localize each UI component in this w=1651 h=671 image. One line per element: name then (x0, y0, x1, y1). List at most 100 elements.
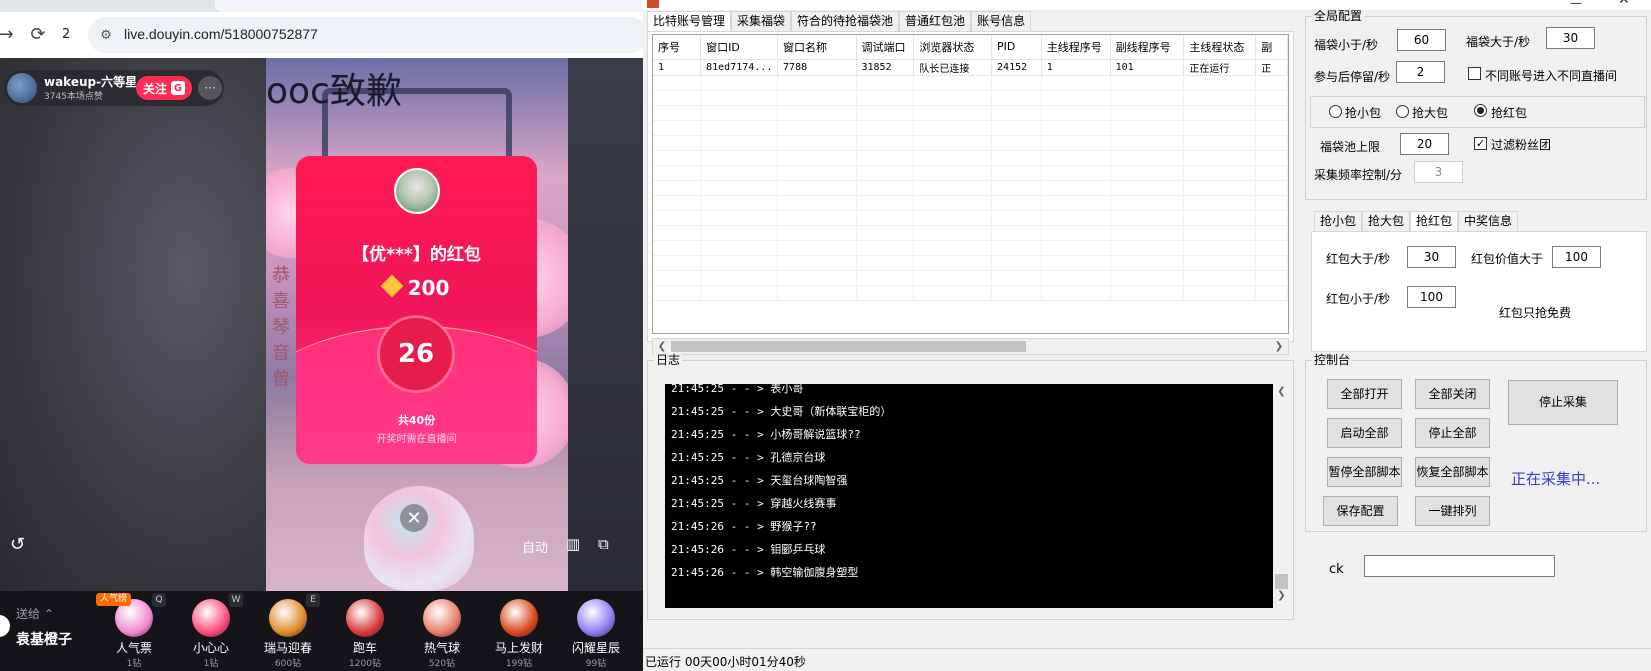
gift-item[interactable]: 热气球 520钻 (404, 595, 480, 671)
gift-item[interactable]: 闪耀星辰 99钻 (558, 595, 634, 671)
subtab-big[interactable]: 抢大包 (1362, 211, 1411, 231)
table-empty-cell (777, 210, 857, 226)
stop-collect-button[interactable]: 停止采集 (1508, 380, 1618, 425)
forward-arrow-icon[interactable]: → (0, 22, 18, 46)
streamer-name[interactable]: wakeup-六等星 (44, 73, 137, 90)
tab-account-info[interactable]: 账号信息 (971, 11, 1032, 31)
table-empty-cell (991, 150, 1042, 166)
table-row[interactable]: 1 81ed7174... 7788 31852 队长已连接 24152 1 101 正在运行正 (653, 59, 1288, 76)
rp-less-input[interactable]: 100 (1407, 286, 1456, 308)
scroll-left-icon[interactable]: ❮ (655, 340, 669, 354)
table-empty-cell (653, 135, 702, 151)
subtab-win-info[interactable]: 中奖信息 (1458, 211, 1519, 231)
stay-input[interactable]: 2 (1396, 61, 1445, 83)
gift-shortcut-key: Q (152, 593, 166, 607)
reload-icon[interactable]: ⟳ (26, 22, 50, 46)
diff-room-checkbox[interactable] (1468, 67, 1481, 80)
table-header-cell[interactable]: 主线程序号 (1041, 35, 1111, 60)
bag-less-input[interactable]: 60 (1397, 29, 1446, 51)
table-header-cell[interactable]: 窗口名称 (777, 35, 857, 60)
table-empty-cell (1110, 105, 1185, 121)
log-vertical-scrollbar[interactable]: ❮ ❯ (1273, 380, 1290, 608)
bag-less-label: 福袋小于/秒 (1314, 38, 1379, 52)
pool-limit-input[interactable]: 20 (1400, 133, 1449, 155)
subtab-redpacket[interactable]: 抢红包 (1410, 211, 1459, 232)
close-icon[interactable]: ✕ (400, 504, 428, 532)
table-header-cell[interactable]: 窗口ID (700, 35, 779, 60)
log-title: 日志 (654, 353, 683, 367)
account-table[interactable]: 序号 窗口ID 窗口名称 调试端口 浏览器状态 PID 主线程序号 副线程序号 主线程状态副 1… (652, 34, 1289, 334)
table-empty-cell (913, 255, 993, 271)
table-header-cell[interactable]: 副线程序号 (1110, 35, 1185, 60)
log-scroll-thumb[interactable] (1275, 574, 1288, 589)
table-empty-cell (1110, 240, 1185, 256)
table-empty-cell (1255, 195, 1288, 211)
stop-all-button[interactable]: 停止全部 (1415, 418, 1490, 448)
gift-item[interactable]: 跑车 1200钻 (327, 595, 403, 671)
table-empty-cell (777, 150, 857, 166)
mode-small-radio[interactable] (1329, 105, 1342, 118)
gift-item[interactable]: 人气票 1钻 Q 人气榜 (96, 593, 172, 671)
tab-redpacket-pool[interactable]: 普通红包池 (899, 11, 972, 31)
table-empty-cell (1183, 225, 1257, 241)
table-header-cell[interactable]: 主线程状态 (1183, 35, 1257, 60)
tab-bag-pool[interactable]: 符合的待抢福袋池 (791, 11, 900, 31)
gift-item[interactable]: 马上发财 199钻 (481, 595, 557, 671)
table-empty-cell (1183, 210, 1257, 226)
table-header-cell[interactable]: 调试端口 (856, 35, 915, 60)
resume-scripts-button[interactable]: 恢复全部脚本 (1415, 457, 1490, 487)
fullscreen-icon[interactable]: ⧉ (598, 535, 609, 553)
tab-account-manage[interactable]: 比特账号管理 (647, 11, 732, 32)
follow-button[interactable]: 关注 G (136, 76, 192, 100)
gift-item[interactable]: 瑞马迎春 600钻 E (250, 593, 326, 671)
refresh-icon[interactable]: ↺ (10, 534, 25, 555)
log-output[interactable]: 21:45:25 - - > 表小哥 21:45:25 - - > 大史哥（新体联… (665, 384, 1273, 608)
browser-active-tab[interactable] (215, 0, 643, 12)
auto-quality-button[interactable]: 自动 (522, 537, 548, 556)
collect-freq-input[interactable]: 3 (1414, 161, 1463, 183)
save-config-button[interactable]: 保存配置 (1323, 496, 1398, 526)
scroll-thumb[interactable] (671, 341, 1026, 352)
horizontal-scrollbar[interactable]: ❮ ❯ (652, 338, 1289, 355)
table-header-cell[interactable]: PID (991, 35, 1042, 60)
close-window-icon[interactable]: ✕ (1618, 0, 1630, 8)
table-empty-cell (991, 285, 1042, 301)
mode-redpacket-radio[interactable] (1474, 104, 1487, 117)
scroll-up-icon[interactable]: ❮ (1275, 386, 1288, 400)
site-settings-icon[interactable]: ⚙ (96, 25, 116, 45)
red-packet-card[interactable]: 【优***】的红包 200 26 共40份 开奖时需在直播间 (296, 156, 537, 464)
rp-more-input[interactable]: 30 (1407, 246, 1456, 268)
address-url[interactable]: live.douyin.com/518000752877 (124, 26, 318, 42)
address-bar[interactable]: ⚙ live.douyin.com/518000752877 (88, 17, 643, 53)
close-all-button[interactable]: 全部关闭 (1415, 379, 1490, 409)
rp-value-more-input[interactable]: 100 (1552, 246, 1601, 268)
arrange-button[interactable]: 一键排列 (1415, 496, 1490, 526)
table-header-cell[interactable]: 副 (1255, 35, 1288, 60)
tab-collect-bag[interactable]: 采集福袋 (731, 11, 792, 31)
scroll-right-icon[interactable]: ❯ (1272, 340, 1286, 354)
scroll-down-icon[interactable]: ❯ (1275, 590, 1288, 604)
pause-scripts-button[interactable]: 暂停全部脚本 (1327, 457, 1402, 487)
diamond-icon (380, 274, 403, 298)
bouquet-decoration (364, 486, 474, 591)
background-blur-right (568, 58, 643, 591)
bag-more-input[interactable]: 30 (1546, 27, 1595, 49)
minimize-icon[interactable]: — (1570, 0, 1582, 10)
subtab-small[interactable]: 抢小包 (1314, 211, 1363, 231)
table-empty-cell (856, 210, 915, 226)
filter-fans-checkbox[interactable]: ✓ (1474, 137, 1487, 150)
table-empty-cell (913, 195, 993, 211)
send-to-label[interactable]: 送给 ⌃ (16, 605, 54, 622)
table-empty-cell (1255, 165, 1288, 181)
ck-input[interactable] (1364, 555, 1555, 577)
start-all-button[interactable]: 启动全部 (1327, 418, 1402, 448)
streamer-avatar[interactable] (7, 73, 37, 103)
table-header-cell[interactable]: 浏览器状态 (913, 35, 993, 60)
open-all-button[interactable]: 全部打开 (1327, 379, 1402, 409)
mode-big-radio[interactable] (1396, 105, 1409, 118)
gift-item[interactable]: 小心心 1钻 W (173, 593, 249, 671)
table-header-cell[interactable]: 序号 (653, 35, 702, 60)
more-options-button[interactable]: ··· (198, 76, 222, 100)
layout-icon[interactable]: ▥ (566, 535, 580, 553)
table-empty-cell (991, 225, 1042, 241)
